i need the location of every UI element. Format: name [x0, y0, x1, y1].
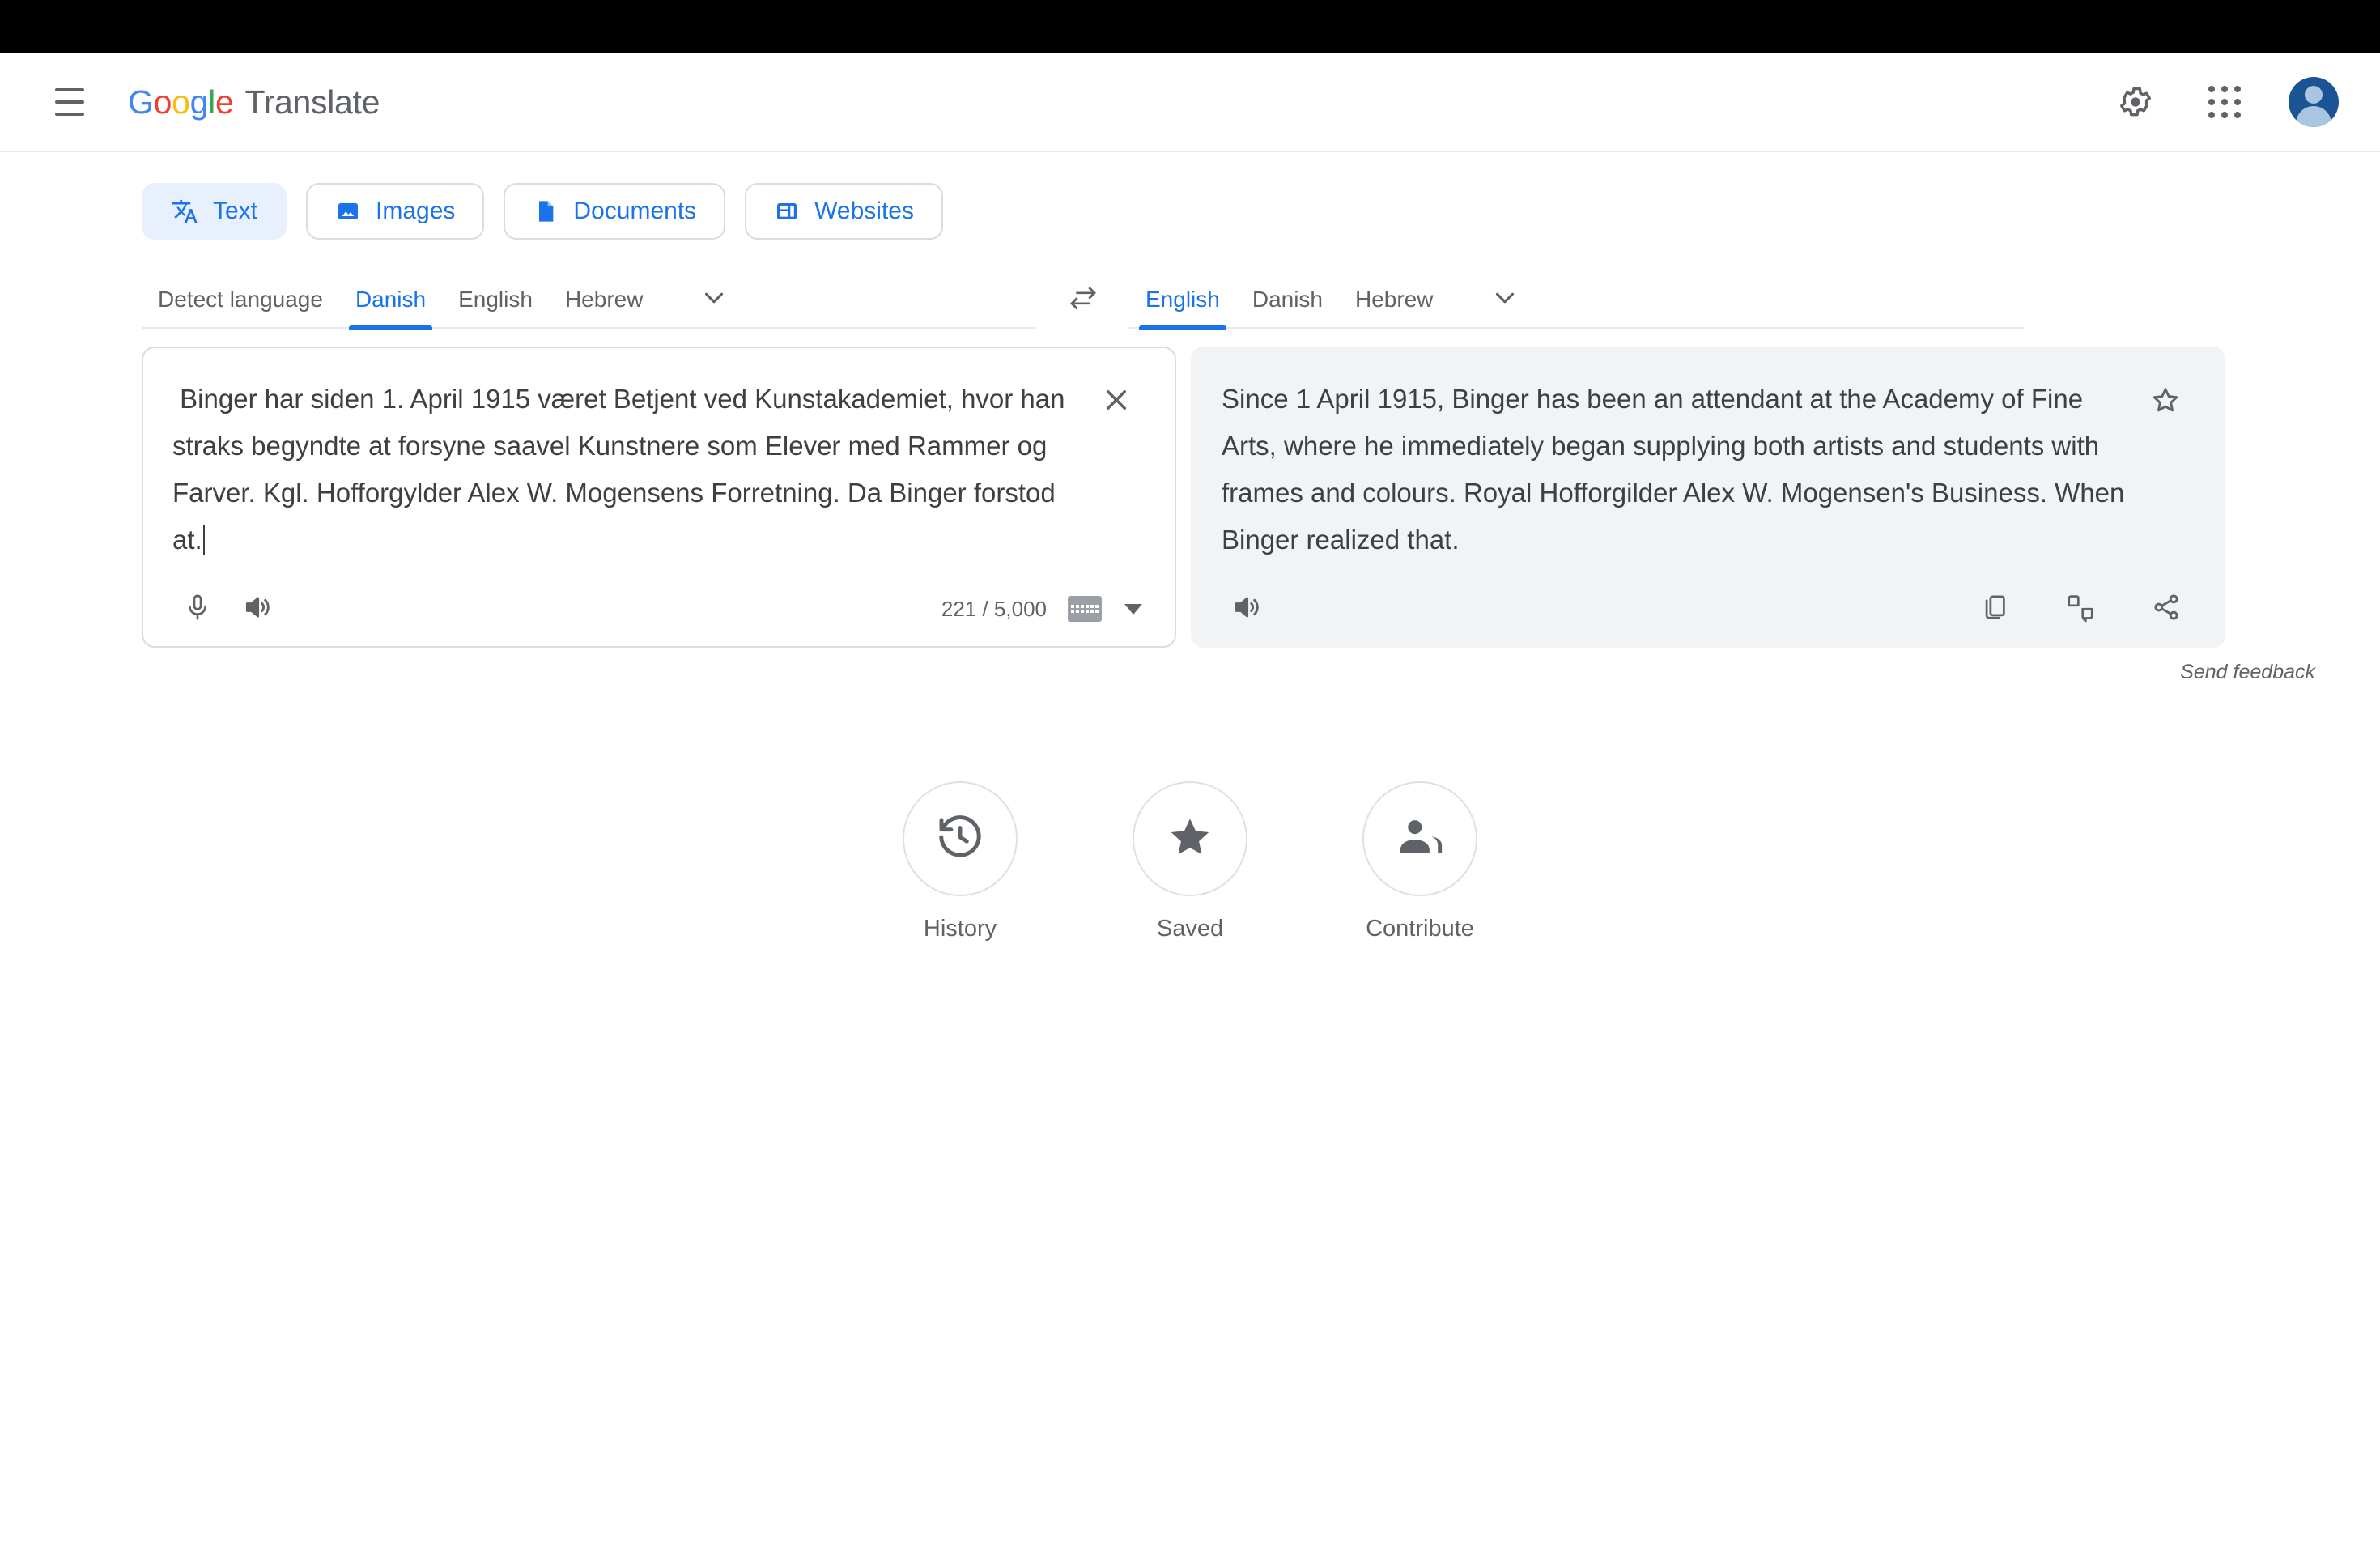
- app-header: Google Translate: [0, 53, 2380, 152]
- language-selectors: Detect language Danish English Hebrew En…: [0, 271, 2380, 330]
- google-apps-button[interactable]: [2191, 68, 2259, 136]
- target-panel-footer: [1192, 572, 2224, 646]
- hamburger-line: [55, 100, 84, 104]
- tab-text-label: Text: [213, 198, 258, 224]
- clear-source-button[interactable]: [1090, 376, 1142, 427]
- tab-text[interactable]: Text: [142, 183, 287, 240]
- shortcut-contribute-circle: [1362, 781, 1477, 896]
- mode-tabs: Text Images Documents Websites: [0, 183, 2380, 240]
- tab-websites-label: Websites: [814, 198, 914, 224]
- thumbs-up-down-icon: [2065, 592, 2096, 627]
- target-panel: Since 1 April 1915, Binger has been an a…: [1191, 347, 2225, 648]
- input-tools-button[interactable]: [1068, 596, 1102, 622]
- chevron-down-icon: [699, 283, 729, 317]
- copy-icon: [1980, 593, 2009, 626]
- translate-page: Google Translate Text Images Documents W…: [0, 53, 2380, 1548]
- copy-translation-button[interactable]: [1965, 579, 2025, 639]
- star-outline-icon: [2150, 385, 2181, 419]
- source-lang-english[interactable]: English: [442, 271, 549, 328]
- chevron-down-icon: [1490, 283, 1520, 317]
- speaker-icon: [1231, 592, 1262, 627]
- shortcut-saved-label: Saved: [1156, 916, 1224, 942]
- target-panel-body: Since 1 April 1915, Binger has been an a…: [1192, 348, 2224, 572]
- target-lang-danish[interactable]: Danish: [1236, 271, 1339, 328]
- hamburger-line: [55, 88, 84, 91]
- listen-translation-button[interactable]: [1217, 579, 1277, 639]
- product-name: Translate: [244, 83, 380, 121]
- tab-documents-label: Documents: [573, 198, 697, 224]
- keyboard-keys: [1071, 605, 1099, 613]
- share-translation-button[interactable]: [2136, 579, 2196, 639]
- shortcut-history-circle: [903, 781, 1018, 896]
- rate-translation-button[interactable]: [2051, 579, 2110, 639]
- people-icon: [1395, 812, 1445, 866]
- account-button[interactable]: [2280, 68, 2348, 136]
- avatar: [2289, 77, 2339, 127]
- shortcut-history[interactable]: History: [887, 781, 1033, 942]
- swap-languages-button[interactable]: [1054, 271, 1112, 330]
- shortcut-contribute-label: Contribute: [1366, 916, 1474, 942]
- swap-arrows-icon: [1067, 283, 1099, 319]
- source-lang-hebrew[interactable]: Hebrew: [549, 271, 659, 328]
- source-panel-footer: 221 / 5,000: [143, 572, 1175, 646]
- translate-icon: [171, 198, 198, 225]
- send-feedback-link[interactable]: Send feedback: [2180, 661, 2315, 684]
- website-icon: [774, 198, 800, 224]
- source-language-more-button[interactable]: [683, 271, 745, 328]
- target-language-bar: English Danish Hebrew: [1129, 271, 2024, 330]
- keyboard-icon: [1071, 605, 1099, 613]
- tab-images-label: Images: [376, 198, 456, 224]
- google-wordmark: Google: [128, 83, 234, 121]
- tab-documents[interactable]: Documents: [504, 183, 726, 240]
- document-icon: [533, 198, 559, 224]
- speaker-icon: [242, 592, 273, 627]
- source-lang-detect[interactable]: Detect language: [142, 271, 339, 328]
- target-language-more-button[interactable]: [1474, 271, 1536, 328]
- apps-grid-icon: [2208, 86, 2241, 118]
- image-icon: [335, 198, 361, 224]
- star-filled-icon: [1165, 812, 1215, 866]
- translated-text: Since 1 April 1915, Binger has been an a…: [1222, 384, 2132, 555]
- save-translation-button[interactable]: [2140, 376, 2191, 427]
- shortcut-saved-circle: [1133, 781, 1247, 896]
- target-actions: [1965, 579, 2196, 639]
- target-lang-english[interactable]: English: [1129, 271, 1236, 330]
- brand-logo[interactable]: Google Translate: [128, 83, 380, 121]
- gear-icon: [2118, 84, 2153, 120]
- target-lang-hebrew[interactable]: Hebrew: [1339, 271, 1449, 328]
- translation-panels: Binger har siden 1. April 1915 været Bet…: [0, 347, 2380, 648]
- listen-source-button[interactable]: [227, 579, 287, 639]
- feedback-row: Send feedback: [0, 661, 2380, 684]
- main-menu-button[interactable]: [34, 66, 105, 138]
- source-panel-body: Binger har siden 1. April 1915 været Bet…: [143, 348, 1175, 572]
- caret-down-icon: [1124, 603, 1142, 615]
- share-icon: [2151, 592, 2182, 627]
- close-icon: [1101, 385, 1132, 419]
- shortcut-contribute[interactable]: Contribute: [1347, 781, 1493, 942]
- header-icons: [2102, 68, 2348, 136]
- hamburger-line: [55, 113, 84, 116]
- source-lang-danish[interactable]: Danish: [339, 271, 442, 330]
- main-content: Text Images Documents Websites Detect la…: [0, 152, 2380, 942]
- shortcut-saved[interactable]: Saved: [1117, 781, 1263, 942]
- input-tools-dropdown-button[interactable]: [1120, 595, 1147, 623]
- settings-button[interactable]: [2102, 68, 2170, 136]
- swap-languages-wrap: [1036, 272, 1129, 329]
- shortcut-history-label: History: [923, 916, 997, 942]
- tab-websites[interactable]: Websites: [745, 183, 943, 240]
- tab-images[interactable]: Images: [306, 183, 485, 240]
- voice-input-button[interactable]: [168, 579, 227, 639]
- history-icon: [935, 812, 985, 866]
- browser-chrome-bar: [0, 0, 2380, 53]
- shortcuts: History Saved Contribute: [0, 781, 2380, 942]
- microphone-icon: [183, 593, 212, 626]
- source-language-bar: Detect language Danish English Hebrew: [142, 271, 1036, 330]
- character-counter: 221 / 5,000: [941, 596, 1047, 621]
- source-text-input[interactable]: Binger har siden 1. April 1915 været Bet…: [172, 376, 1079, 563]
- source-panel: Binger har siden 1. April 1915 været Bet…: [142, 347, 1176, 648]
